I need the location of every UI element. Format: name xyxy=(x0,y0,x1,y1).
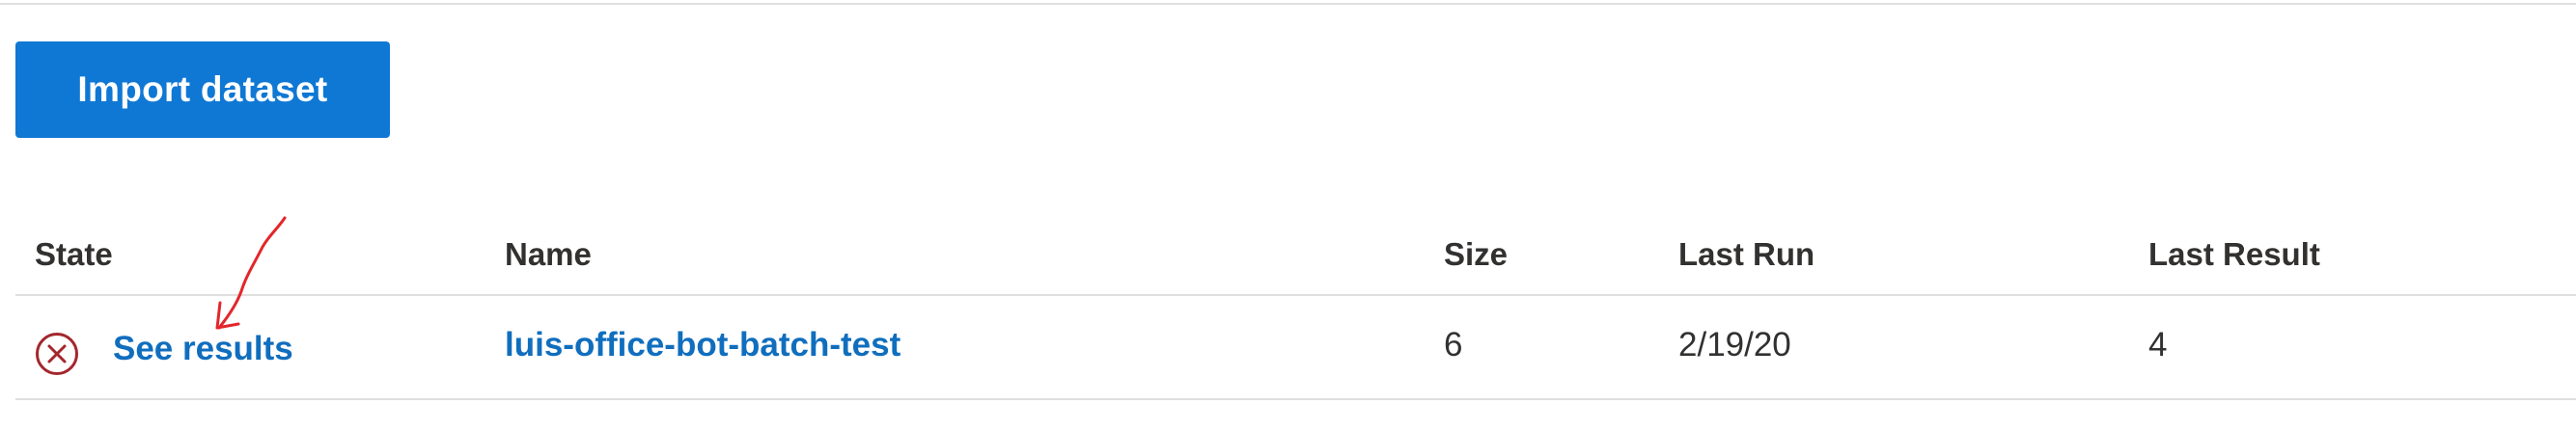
column-header-last-result[interactable]: Last Result xyxy=(2148,236,2320,273)
column-header-last-run[interactable]: Last Run xyxy=(1678,236,1814,273)
dataset-name-link[interactable]: luis-office-bot-batch-test xyxy=(505,326,900,364)
dataset-size: 6 xyxy=(1444,326,1463,364)
column-header-size[interactable]: Size xyxy=(1444,236,1508,273)
error-circle-x-icon xyxy=(36,333,78,375)
header-divider xyxy=(15,294,2576,296)
batch-testing-page: Import dataset State Name Size Last Run … xyxy=(0,0,2576,431)
red-annotation-arrow-icon xyxy=(215,216,287,330)
column-header-state[interactable]: State xyxy=(35,236,113,273)
last-result-value: 4 xyxy=(2148,326,2168,364)
import-dataset-button[interactable]: Import dataset xyxy=(15,41,390,138)
column-header-name[interactable]: Name xyxy=(505,236,592,273)
last-run-date: 2/19/20 xyxy=(1678,326,1791,364)
top-divider xyxy=(0,3,2576,5)
row-divider xyxy=(15,398,2576,400)
see-results-link[interactable]: See results xyxy=(113,330,293,368)
